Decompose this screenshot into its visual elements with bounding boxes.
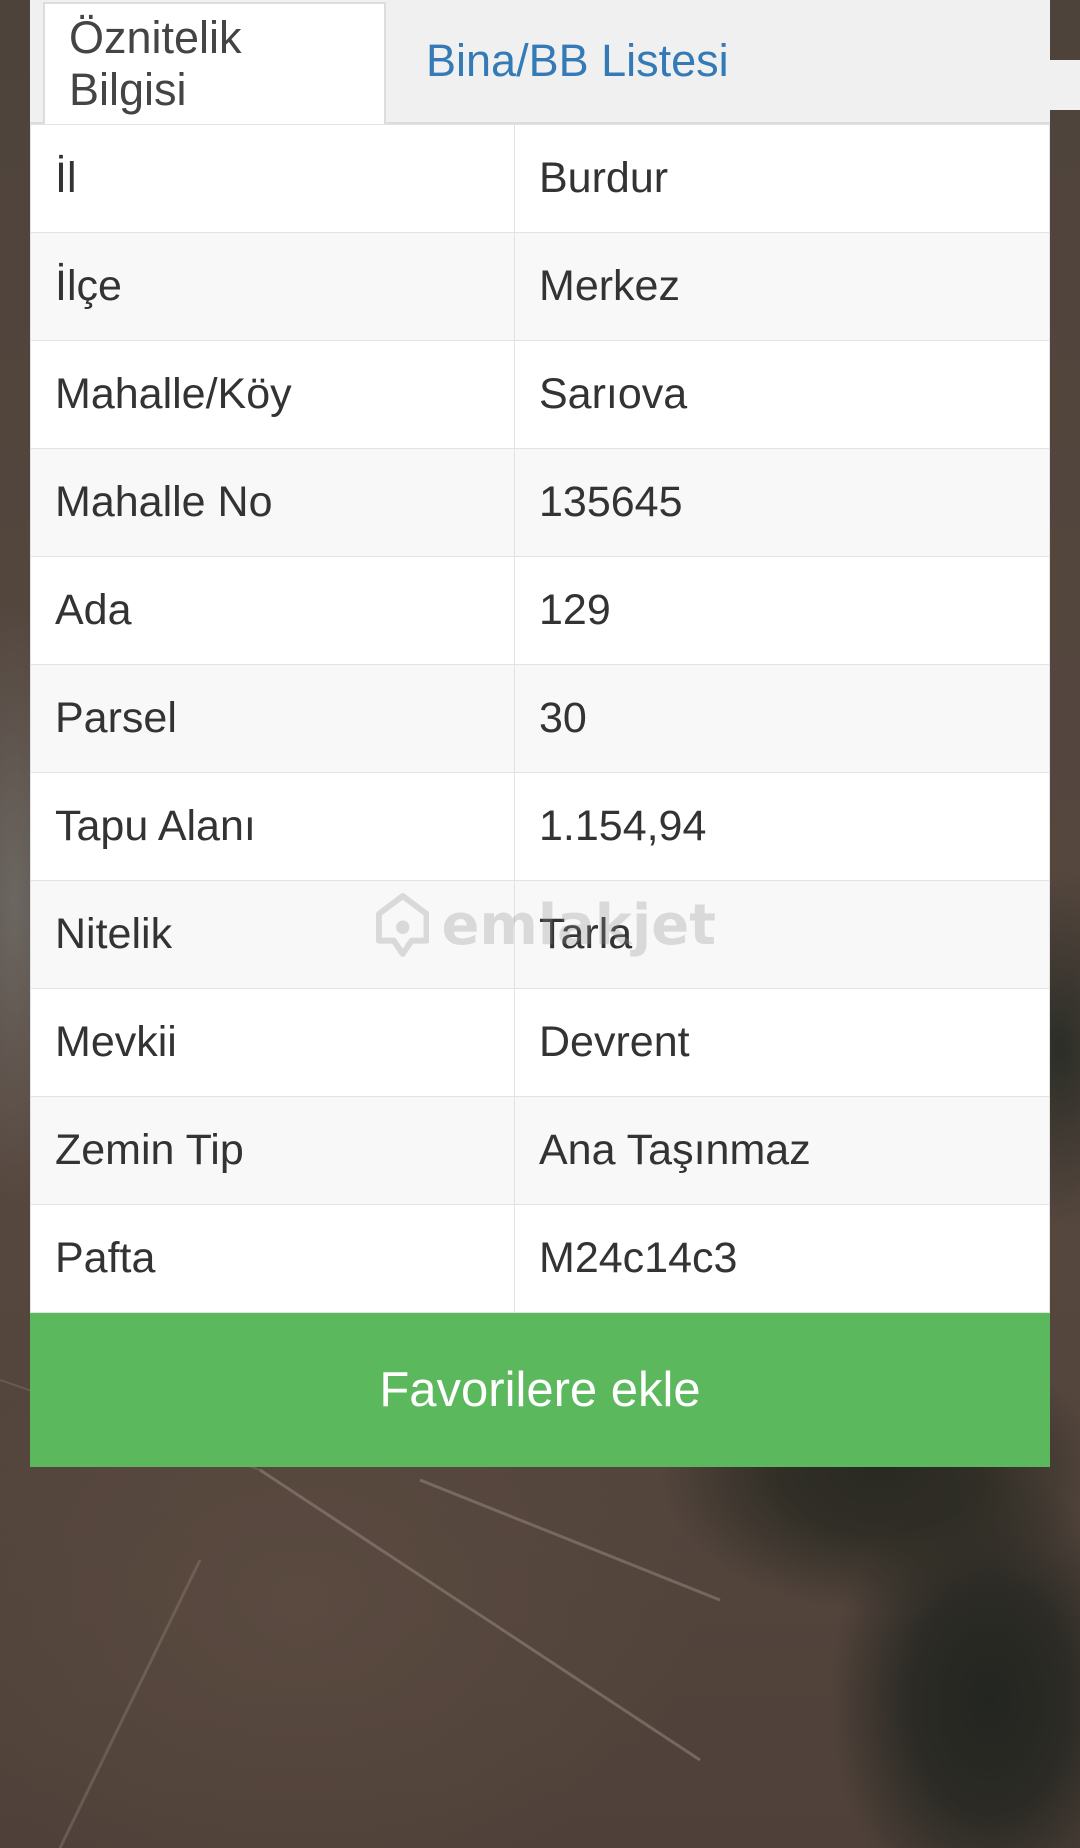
button-label: Favorilere ekle (379, 1363, 701, 1417)
table-row: Mahalle No 135645 (30, 448, 1050, 557)
attribute-key: İl (30, 124, 515, 233)
attribute-key: Tapu Alanı (30, 772, 515, 881)
attribute-key: İlçe (30, 232, 515, 341)
table-row: Nitelik Tarla (30, 880, 1050, 989)
tab-attribute-info[interactable]: Öznitelik Bilgisi (43, 2, 386, 124)
attribute-key: Nitelik (30, 880, 515, 989)
tab-label: Bina/BB Listesi (426, 35, 729, 86)
tab-building-list[interactable]: Bina/BB Listesi (402, 0, 753, 122)
attribute-value: 30 (514, 664, 1050, 773)
table-row: Mevkii Devrent (30, 988, 1050, 1097)
attribute-value: Tarla (514, 880, 1050, 989)
attribute-key: Mahalle/Köy (30, 340, 515, 449)
add-to-favorites-button[interactable]: Favorilere ekle (30, 1313, 1050, 1467)
table-row: Zemin Tip Ana Taşınmaz (30, 1096, 1050, 1205)
table-row: İl Burdur (30, 124, 1050, 233)
attribute-value: 1.154,94 (514, 772, 1050, 881)
attribute-value: Burdur (514, 124, 1050, 233)
map-control-edge (1050, 60, 1080, 110)
attribute-key: Mevkii (30, 988, 515, 1097)
attribute-key: Pafta (30, 1204, 515, 1313)
table-row: Mahalle/Köy Sarıova (30, 340, 1050, 449)
table-row: Tapu Alanı 1.154,94 (30, 772, 1050, 881)
attribute-value: 129 (514, 556, 1050, 665)
attribute-table: İl Burdur İlçe Merkez Mahalle/Köy Sarıov… (30, 124, 1050, 1313)
attribute-value: Sarıova (514, 340, 1050, 449)
tab-label: Öznitelik Bilgisi (69, 12, 242, 115)
attribute-key: Ada (30, 556, 515, 665)
table-row: İlçe Merkez (30, 232, 1050, 341)
attribute-key: Mahalle No (30, 448, 515, 557)
table-row: Parsel 30 (30, 664, 1050, 773)
attribute-panel: Öznitelik Bilgisi Bina/BB Listesi İl Bur… (30, 0, 1050, 1467)
attribute-value: Merkez (514, 232, 1050, 341)
attribute-key: Parsel (30, 664, 515, 773)
attribute-value: Devrent (514, 988, 1050, 1097)
attribute-value: 135645 (514, 448, 1050, 557)
table-row: Ada 129 (30, 556, 1050, 665)
tab-bar: Öznitelik Bilgisi Bina/BB Listesi (30, 0, 1050, 124)
attribute-key: Zemin Tip (30, 1096, 515, 1205)
attribute-value: M24c14c3 (514, 1204, 1050, 1313)
table-row: Pafta M24c14c3 (30, 1204, 1050, 1313)
attribute-value: Ana Taşınmaz (514, 1096, 1050, 1205)
